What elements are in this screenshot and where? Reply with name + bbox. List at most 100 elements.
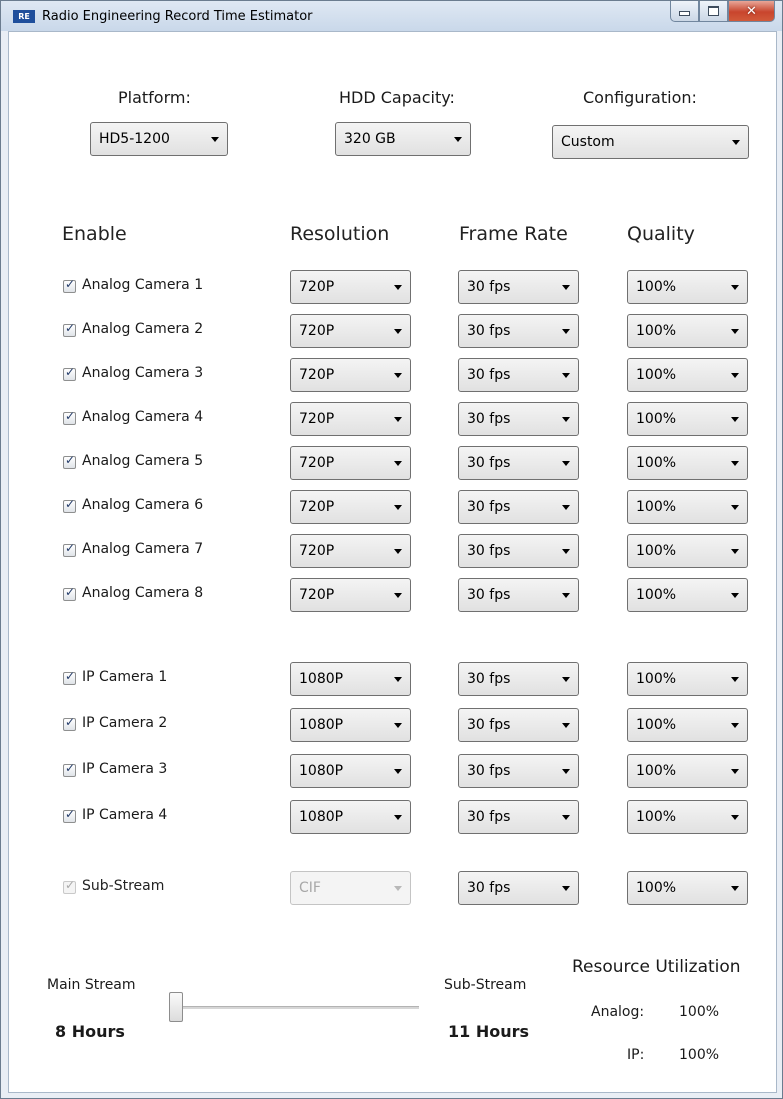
dropdown-arrow-icon (732, 140, 740, 145)
substream-resolution-value: CIF (299, 880, 321, 896)
camera-quality-dropdown[interactable]: 100% (627, 270, 748, 304)
camera-frame-rate-dropdown[interactable]: 30 fps (458, 534, 579, 568)
camera-resolution-dropdown[interactable]: 720P (290, 446, 411, 480)
checkbox-check-icon: ✓ (65, 807, 76, 821)
camera-frame-rate-dropdown[interactable]: 30 fps (458, 578, 579, 612)
camera-enable-checkbox[interactable]: ✓ (63, 321, 76, 337)
camera-resolution-value: 720P (299, 499, 335, 515)
configuration-dropdown[interactable]: Custom (552, 125, 749, 159)
camera-label: IP Camera 3 (82, 761, 168, 777)
substream-checkbox[interactable]: ✓ (63, 878, 76, 894)
dropdown-arrow-icon (394, 769, 402, 774)
camera-resolution-dropdown[interactable]: 1080P (290, 662, 411, 696)
dropdown-arrow-icon (562, 549, 570, 554)
close-button[interactable]: ✕ (728, 1, 775, 22)
checkbox-check-icon: ✓ (65, 277, 76, 291)
camera-quality-dropdown[interactable]: 100% (627, 534, 748, 568)
ip-utilization-value: 100% (679, 1047, 720, 1063)
stream-slider-thumb[interactable] (169, 992, 183, 1022)
minimize-button[interactable] (670, 1, 699, 22)
platform-label: Platform: (118, 88, 191, 107)
dropdown-arrow-icon (562, 461, 570, 466)
camera-frame-rate-dropdown[interactable]: 30 fps (458, 708, 579, 742)
camera-quality-value: 100% (636, 499, 677, 515)
camera-quality-dropdown[interactable]: 100% (627, 578, 748, 612)
camera-frame-rate-dropdown[interactable]: 30 fps (458, 754, 579, 788)
camera-resolution-dropdown[interactable]: 1080P (290, 800, 411, 834)
camera-frame-rate-value: 30 fps (467, 809, 511, 825)
camera-quality-dropdown[interactable]: 100% (627, 800, 748, 834)
camera-frame-rate-dropdown[interactable]: 30 fps (458, 490, 579, 524)
sub-stream-hours: 11 Hours (448, 1022, 530, 1041)
camera-enable-checkbox[interactable]: ✓ (63, 365, 76, 381)
hdd-capacity-label: HDD Capacity: (339, 88, 455, 107)
camera-resolution-dropdown[interactable]: 1080P (290, 754, 411, 788)
title-bar[interactable]: RE Radio Engineering Record Time Estimat… (1, 1, 782, 31)
dropdown-arrow-icon (731, 815, 739, 820)
camera-enable-checkbox[interactable]: ✓ (63, 669, 76, 685)
camera-quality-dropdown[interactable]: 100% (627, 754, 748, 788)
substream-resolution-dropdown[interactable]: CIF (290, 871, 411, 905)
analog-utilization-label: Analog: (591, 1004, 645, 1020)
camera-enable-checkbox[interactable]: ✓ (63, 807, 76, 823)
camera-frame-rate-dropdown[interactable]: 30 fps (458, 270, 579, 304)
dropdown-arrow-icon (394, 815, 402, 820)
camera-frame-rate-dropdown[interactable]: 30 fps (458, 358, 579, 392)
checkbox-check-icon: ✓ (65, 497, 76, 511)
camera-resolution-dropdown[interactable]: 720P (290, 314, 411, 348)
camera-resolution-value: 1080P (299, 717, 344, 733)
checkbox-check-icon: ✓ (65, 878, 76, 892)
stream-slider-track[interactable] (169, 1006, 419, 1009)
platform-dropdown[interactable]: HD5-1200 (90, 122, 228, 156)
camera-frame-rate-value: 30 fps (467, 411, 511, 427)
camera-frame-rate-dropdown[interactable]: 30 fps (458, 402, 579, 436)
dropdown-arrow-icon (731, 769, 739, 774)
camera-frame-rate-dropdown[interactable]: 30 fps (458, 662, 579, 696)
camera-quality-value: 100% (636, 411, 677, 427)
camera-quality-dropdown[interactable]: 100% (627, 708, 748, 742)
camera-quality-dropdown[interactable]: 100% (627, 490, 748, 524)
camera-label: IP Camera 2 (82, 715, 168, 731)
camera-enable-checkbox[interactable]: ✓ (63, 277, 76, 293)
dropdown-arrow-icon (394, 329, 402, 334)
camera-enable-checkbox[interactable]: ✓ (63, 585, 76, 601)
camera-quality-dropdown[interactable]: 100% (627, 662, 748, 696)
window-controls: ✕ (670, 1, 775, 22)
camera-quality-dropdown[interactable]: 100% (627, 314, 748, 348)
substream-frame-rate-dropdown[interactable]: 30 fps (458, 871, 579, 905)
dropdown-arrow-icon (394, 373, 402, 378)
dropdown-arrow-icon (731, 461, 739, 466)
dropdown-arrow-icon (731, 505, 739, 510)
dropdown-arrow-icon (394, 886, 402, 891)
camera-enable-checkbox[interactable]: ✓ (63, 541, 76, 557)
hdd-capacity-dropdown[interactable]: 320 GB (335, 122, 471, 156)
platform-value: HD5-1200 (99, 131, 170, 147)
client-area: Platform: HD5-1200 HDD Capacity: 320 GB … (8, 31, 777, 1093)
camera-label: Analog Camera 7 (82, 541, 204, 557)
camera-enable-checkbox[interactable]: ✓ (63, 453, 76, 469)
camera-quality-dropdown[interactable]: 100% (627, 446, 748, 480)
camera-resolution-dropdown[interactable]: 1080P (290, 708, 411, 742)
camera-quality-dropdown[interactable]: 100% (627, 402, 748, 436)
dropdown-arrow-icon (731, 373, 739, 378)
camera-enable-checkbox[interactable]: ✓ (63, 761, 76, 777)
camera-resolution-dropdown[interactable]: 720P (290, 490, 411, 524)
camera-frame-rate-dropdown[interactable]: 30 fps (458, 314, 579, 348)
camera-frame-rate-dropdown[interactable]: 30 fps (458, 446, 579, 480)
camera-enable-checkbox[interactable]: ✓ (63, 497, 76, 513)
substream-quality-value: 100% (636, 880, 677, 896)
camera-resolution-dropdown[interactable]: 720P (290, 578, 411, 612)
camera-resolution-dropdown[interactable]: 720P (290, 534, 411, 568)
camera-frame-rate-dropdown[interactable]: 30 fps (458, 800, 579, 834)
main-stream-hours: 8 Hours (55, 1022, 125, 1041)
maximize-button[interactable] (699, 1, 728, 22)
window-title: Radio Engineering Record Time Estimator (42, 9, 313, 24)
camera-resolution-dropdown[interactable]: 720P (290, 402, 411, 436)
camera-enable-checkbox[interactable]: ✓ (63, 409, 76, 425)
camera-resolution-dropdown[interactable]: 720P (290, 358, 411, 392)
camera-enable-checkbox[interactable]: ✓ (63, 715, 76, 731)
camera-quality-dropdown[interactable]: 100% (627, 358, 748, 392)
substream-quality-dropdown[interactable]: 100% (627, 871, 748, 905)
camera-resolution-dropdown[interactable]: 720P (290, 270, 411, 304)
dropdown-arrow-icon (562, 815, 570, 820)
